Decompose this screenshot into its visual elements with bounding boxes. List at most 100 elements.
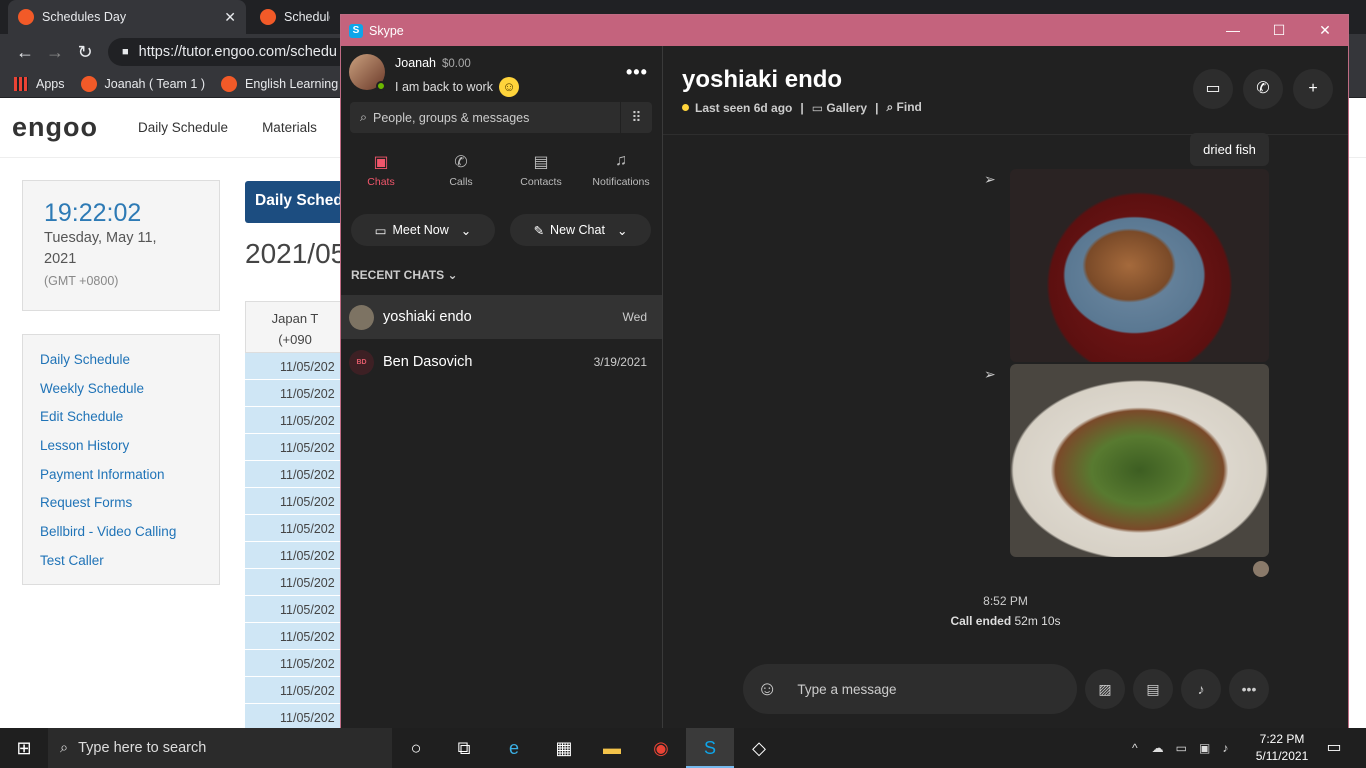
skype-logo-icon: S (349, 23, 363, 38)
taskbar-clock[interactable]: 7:22 PM 5/11/2021 (1250, 731, 1314, 765)
tab-notifications[interactable]: ♫ Notifications (581, 152, 661, 194)
message-input[interactable]: ☺ Type a message (743, 664, 1077, 714)
table-row[interactable]: 11/05/202 (245, 704, 345, 731)
notifications-icon[interactable]: ▭ (1310, 728, 1358, 768)
close-icon[interactable]: ✕ (1302, 22, 1348, 39)
menu-payment-information[interactable]: Payment Information (40, 464, 219, 493)
table-row[interactable]: 11/05/202 (245, 434, 345, 461)
skype-window: S Skype — ☐ ✕ Joanah $0.00 I am back to w… (340, 14, 1349, 729)
bell-icon: ♫ (615, 152, 627, 169)
video-call-button[interactable]: ▭ (1193, 69, 1233, 109)
video-icon: ▭ (1205, 80, 1221, 97)
chrome-icon[interactable]: ◉ (637, 728, 685, 768)
onedrive-icon[interactable]: ☁ (1152, 741, 1164, 755)
menu-test-caller[interactable]: Test Caller (40, 550, 219, 579)
more-actions-button[interactable]: ••• (1229, 669, 1269, 709)
chat-item-ben-dasovich[interactable]: BD Ben Dasovich 3/19/2021 (341, 340, 662, 384)
chevron-down-icon: ⌄ (447, 268, 458, 282)
battery-icon[interactable]: ▭ (1176, 741, 1187, 755)
clock-timezone: (GMT +0800) (44, 274, 119, 288)
engoo-favicon-icon (80, 75, 97, 92)
bookmark-joanah[interactable]: Joanah ( Team 1 ) (80, 75, 205, 92)
reload-icon[interactable]: ↻ (70, 42, 100, 63)
bookmark-apps[interactable]: Apps (14, 76, 65, 91)
call-time: 8:52 PM (983, 594, 1028, 608)
new-chat-button[interactable]: ✎ New Chat ⌄ (510, 214, 651, 246)
calculator-icon[interactable]: ▦ (540, 728, 588, 768)
menu-daily-schedule[interactable]: Daily Schedule (40, 349, 219, 378)
windows-start-icon[interactable]: ⊞ (0, 728, 48, 768)
forward-icon[interactable]: → (40, 42, 70, 63)
add-person-icon: + (1308, 80, 1318, 97)
nav-materials[interactable]: Materials (262, 120, 317, 135)
daily-schedule-button[interactable]: Daily Sched (245, 181, 345, 223)
voice-message-button[interactable]: ♪ (1181, 669, 1221, 709)
chevron-up-icon[interactable]: ^ (1132, 741, 1138, 755)
profile-card[interactable]: Joanah $0.00 I am back to work ☺ (349, 54, 519, 97)
message-caption[interactable]: dried fish (1190, 133, 1269, 166)
menu-weekly-schedule[interactable]: Weekly Schedule (40, 378, 219, 407)
contact-card-icon: ▤ (1146, 681, 1160, 697)
meet-now-button[interactable]: ▭ Meet Now ⌄ (351, 214, 495, 246)
nav-daily-schedule[interactable]: Daily Schedule (138, 120, 228, 135)
table-row[interactable]: 11/05/202 (245, 488, 345, 515)
find-link[interactable]: ⌕ Find (886, 100, 921, 115)
search-input[interactable]: ⌕ People, groups & messages ⠿ (350, 102, 652, 133)
more-options-icon[interactable]: ••• (626, 62, 648, 83)
taskbar-search[interactable]: ⌕ Type here to search (48, 728, 392, 768)
table-row[interactable]: 11/05/202 (245, 353, 345, 380)
taskbar: ⊞ ⌕ Type here to search ○ ⧉ e ▦ ▬ ◉ S ◇ … (0, 728, 1366, 768)
chat-item-yoshiaki-endo[interactable]: yoshiaki endo Wed (341, 295, 662, 339)
network-icon[interactable]: ▣ (1199, 741, 1210, 755)
photo-dried-fish[interactable] (1010, 169, 1269, 362)
add-people-button[interactable]: + (1293, 69, 1333, 109)
volume-icon[interactable]: ♪ (1222, 741, 1228, 755)
tab-chats[interactable]: ▣ Chats (341, 152, 421, 194)
profile-balance: $0.00 (442, 58, 471, 70)
table-row[interactable]: 11/05/202 (245, 407, 345, 434)
avatar[interactable] (349, 54, 386, 91)
tab-contacts[interactable]: ▤ Contacts (501, 152, 581, 194)
recent-chats-header[interactable]: RECENT CHATS ⌄ (351, 268, 458, 282)
gallery-link[interactable]: ▭ Gallery (812, 101, 867, 115)
maximize-icon[interactable]: ☐ (1256, 22, 1302, 39)
conversation-pane: yoshiaki endo Last seen 6d ago | ▭ Galle… (663, 46, 1348, 729)
table-row[interactable]: 11/05/202 (245, 515, 345, 542)
close-icon[interactable]: ✕ (224, 9, 236, 26)
table-row[interactable]: 11/05/202 (245, 650, 345, 677)
profile-mood: I am back to work (395, 80, 493, 94)
table-row[interactable]: 11/05/202 (245, 380, 345, 407)
menu-lesson-history[interactable]: Lesson History (40, 435, 219, 464)
presence-online-icon (376, 81, 386, 91)
table-row[interactable]: 11/05/202 (245, 542, 345, 569)
menu-edit-schedule[interactable]: Edit Schedule (40, 406, 219, 435)
smile-emoji-icon: ☺ (498, 77, 519, 97)
edge-icon[interactable]: e (490, 728, 538, 768)
phone-icon: ✆ (454, 154, 468, 171)
file-explorer-icon[interactable]: ▬ (588, 728, 636, 768)
dialpad-icon[interactable]: ⠿ (620, 102, 652, 133)
minimize-icon[interactable]: — (1210, 22, 1256, 39)
send-contact-button[interactable]: ▤ (1133, 669, 1173, 709)
table-row[interactable]: 11/05/202 (245, 569, 345, 596)
emoji-icon[interactable]: ☺ (757, 678, 777, 701)
send-media-button[interactable]: ▨ (1085, 669, 1125, 709)
engoo-logo[interactable]: engoo (12, 112, 98, 143)
table-row[interactable]: 11/05/202 (245, 596, 345, 623)
audio-call-button[interactable]: ✆ (1243, 69, 1283, 109)
tab-calls[interactable]: ✆ Calls (421, 152, 501, 194)
browser-tab-schedules-edit[interactable]: Schedules Edit (250, 0, 340, 34)
menu-bellbird[interactable]: Bellbird - Video Calling (40, 521, 219, 550)
back-icon[interactable]: ← (10, 42, 40, 63)
cortana-icon[interactable]: ○ (392, 728, 440, 768)
skype-taskbar-icon[interactable]: S (686, 728, 734, 768)
table-row[interactable]: 11/05/202 (245, 461, 345, 488)
app-icon[interactable]: ◇ (735, 728, 783, 768)
table-row[interactable]: 11/05/202 (245, 677, 345, 704)
menu-request-forms[interactable]: Request Forms (40, 492, 219, 521)
task-view-icon[interactable]: ⧉ (440, 728, 488, 768)
avatar (349, 304, 374, 330)
photo-green-beans[interactable] (1010, 364, 1269, 557)
table-row[interactable]: 11/05/202 (245, 623, 345, 650)
browser-tab-schedules-day[interactable]: Schedules Day ✕ (8, 0, 246, 34)
